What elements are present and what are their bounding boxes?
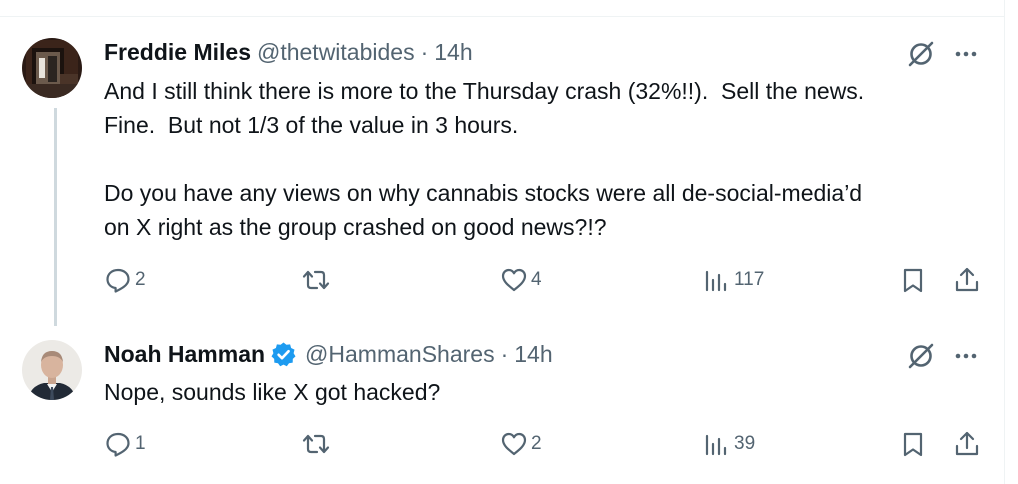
- separator-dot: ·: [420, 38, 429, 65]
- views-count: 117: [734, 269, 765, 290]
- grok-icon[interactable]: [905, 38, 937, 70]
- like-count: 2: [531, 433, 542, 454]
- reply-count: 2: [135, 269, 146, 290]
- like-button[interactable]: 2: [500, 430, 542, 458]
- views-icon: [705, 270, 727, 292]
- action-bar: 2 4 117: [0, 266, 1004, 298]
- verified-badge-icon: [270, 341, 297, 368]
- avatar[interactable]: [22, 340, 82, 400]
- repost-button[interactable]: [302, 266, 333, 294]
- reply-button[interactable]: 1: [104, 430, 146, 458]
- tweet-2[interactable]: Noah Hamman @HammanShares · 14h Nope, so…: [0, 330, 1004, 484]
- tweet-text: Nope, sounds like X got hacked?: [104, 379, 441, 405]
- author-handle[interactable]: @HammanShares: [305, 341, 495, 368]
- more-icon[interactable]: [952, 40, 980, 68]
- right-divider: [1004, 0, 1005, 484]
- reply-icon: [106, 432, 130, 457]
- more-icon[interactable]: [952, 342, 980, 370]
- reply-button[interactable]: 2: [104, 266, 146, 294]
- bookmark-button[interactable]: [899, 430, 927, 458]
- author-handle[interactable]: @thetwitabides: [257, 39, 415, 66]
- bookmark-button[interactable]: [899, 266, 927, 294]
- repost-icon: [302, 270, 330, 290]
- repost-button[interactable]: [302, 430, 333, 458]
- author-name[interactable]: Freddie Miles: [104, 39, 251, 66]
- avatar[interactable]: [22, 38, 82, 98]
- views-count: 39: [734, 433, 756, 454]
- views-button[interactable]: 117: [703, 266, 764, 294]
- timestamp[interactable]: 14h: [434, 39, 472, 66]
- reply-count: 1: [135, 433, 146, 454]
- like-icon: [501, 432, 527, 456]
- bookmark-icon: [903, 432, 923, 457]
- views-button[interactable]: 39: [703, 430, 755, 458]
- share-button[interactable]: [953, 430, 981, 458]
- timestamp[interactable]: 14h: [514, 341, 552, 368]
- repost-icon: [302, 434, 330, 454]
- action-bar: 1 2 39: [0, 430, 1004, 462]
- tweet-text: And I still think there is more to the T…: [104, 78, 865, 240]
- tweet-header: Freddie Miles @thetwitabides · 14h: [104, 37, 473, 67]
- share-button[interactable]: [953, 266, 981, 294]
- like-icon: [501, 268, 527, 292]
- grok-icon[interactable]: [905, 340, 937, 372]
- like-button[interactable]: 4: [500, 266, 542, 294]
- share-icon: [955, 267, 979, 292]
- reply-icon: [106, 268, 130, 293]
- separator-dot: ·: [500, 340, 509, 367]
- bookmark-icon: [903, 268, 923, 293]
- tweet-1[interactable]: Freddie Miles @thetwitabides · 14h And I…: [0, 0, 1004, 330]
- tweet-header: Noah Hamman @HammanShares · 14h: [104, 339, 553, 369]
- share-icon: [955, 431, 979, 456]
- author-name[interactable]: Noah Hamman: [104, 341, 265, 368]
- like-count: 4: [531, 269, 542, 290]
- views-icon: [705, 434, 727, 456]
